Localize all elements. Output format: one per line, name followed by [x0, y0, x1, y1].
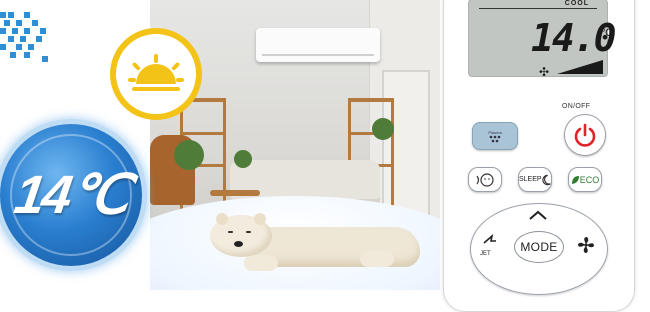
plant — [174, 140, 204, 170]
air-conditioner-unit — [256, 28, 380, 62]
living-room-scene — [150, 0, 440, 290]
jet-icon[interactable] — [482, 233, 498, 247]
sleep-button[interactable]: SLEEP — [518, 167, 552, 192]
lcd-mode-text: COOL — [564, 0, 589, 7]
plant — [234, 150, 252, 168]
eco-button[interactable]: ECO — [568, 167, 602, 192]
sleep-button-label: SLEEP — [519, 176, 542, 183]
sun-icon — [110, 28, 202, 120]
lcd-unit: ℃ — [601, 28, 613, 39]
direction-pad: MODE JET — [470, 203, 608, 295]
plasma-button[interactable]: Plasma — [472, 122, 518, 150]
plasma-icon — [489, 135, 501, 142]
power-button[interactable] — [564, 114, 606, 156]
leaf-icon — [571, 175, 579, 184]
jet-button-label: JET — [480, 251, 491, 257]
fan-speed-bars-icon — [557, 60, 603, 74]
temperature-badge-text: 14℃ — [10, 165, 132, 225]
temperature-badge: 14℃ — [0, 124, 142, 266]
polar-bear — [210, 213, 430, 275]
eco-button-label: ECO — [579, 174, 600, 185]
remote-lcd-display: COOL 14.0 ℃ ✣ — [468, 0, 617, 79]
remote-control: COOL 14.0 ℃ ✣ ON/OFF Plasma SLEEP ECO MO… — [443, 0, 635, 312]
fan-speed-icon[interactable] — [576, 235, 596, 255]
fan-icon: ✣ — [539, 65, 550, 79]
up-arrow-button[interactable] — [528, 209, 548, 221]
power-icon — [574, 123, 596, 147]
ac-vent — [262, 54, 374, 56]
moon-icon — [541, 174, 551, 185]
baby-mode-button[interactable] — [468, 167, 502, 192]
baby-face-icon — [476, 172, 494, 187]
plant — [372, 118, 394, 140]
mode-button-label: MODE — [520, 240, 558, 254]
pixel-dots-decoration — [0, 12, 48, 68]
coffee-table — [210, 190, 260, 196]
mode-button[interactable]: MODE — [514, 231, 564, 263]
on-off-label: ON/OFF — [562, 103, 591, 110]
